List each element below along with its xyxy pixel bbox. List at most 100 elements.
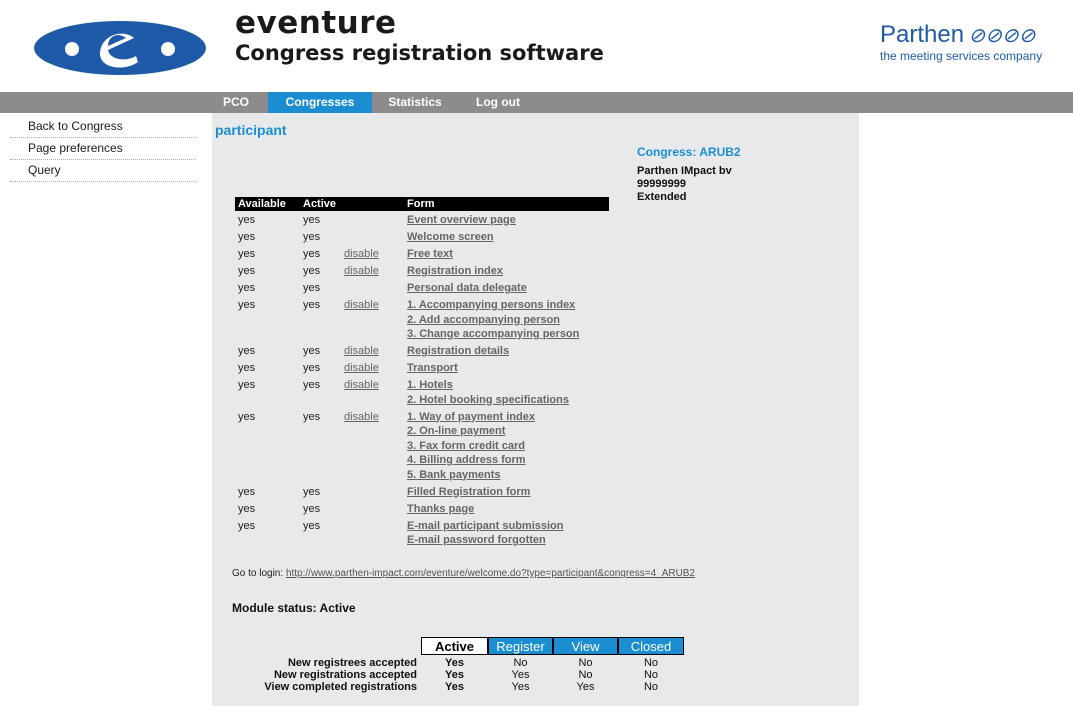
available-cell: yes bbox=[238, 299, 256, 311]
status-cell: Yes bbox=[576, 681, 595, 693]
status-cell: No bbox=[643, 669, 659, 681]
sidebar-item-query[interactable]: Query bbox=[10, 160, 196, 182]
form-link[interactable]: Registration details bbox=[407, 344, 509, 359]
form-cell: Welcome screen bbox=[407, 230, 494, 245]
active-cell: yes bbox=[303, 265, 321, 277]
brand-subtitle: Congress registration software bbox=[235, 41, 604, 65]
login-label: Go to login: bbox=[232, 568, 284, 579]
form-table-header: Available Active Form bbox=[235, 197, 609, 211]
disable-link[interactable]: disable bbox=[344, 264, 379, 278]
status-cell: Yes bbox=[445, 681, 464, 693]
form-link[interactable]: Thanks page bbox=[407, 502, 474, 517]
eventure-logo bbox=[34, 21, 206, 75]
sidebar-item-page-preferences[interactable]: Page preferences bbox=[10, 138, 196, 160]
form-cell: Transport bbox=[407, 361, 458, 376]
disable-link[interactable]: disable bbox=[344, 410, 379, 424]
rings-icon: ⊘⊘⊘⊘ bbox=[968, 25, 1036, 47]
available-cell: yes bbox=[238, 502, 256, 515]
form-link[interactable]: Event overview page bbox=[407, 213, 516, 228]
form-link[interactable]: 4. Billing address form bbox=[407, 453, 535, 468]
login-url-link[interactable]: http://www.parthen-impact.com/eventure/w… bbox=[286, 568, 695, 579]
available-cell: yes bbox=[238, 282, 256, 294]
status-header-closed[interactable]: Closed bbox=[618, 637, 684, 655]
login-line: Go to login: http://www.parthen-impact.c… bbox=[232, 568, 695, 579]
status-header-active[interactable]: Active bbox=[421, 637, 488, 655]
form-link[interactable]: 3. Change accompanying person bbox=[407, 327, 579, 342]
disable-link[interactable]: disable bbox=[344, 344, 379, 358]
form-cell: Personal data delegate bbox=[407, 281, 527, 296]
status-cell: Yes bbox=[445, 657, 464, 669]
form-link[interactable]: Welcome screen bbox=[407, 230, 494, 245]
header-available: Available bbox=[238, 198, 286, 210]
disable-link[interactable]: disable bbox=[344, 361, 379, 375]
active-cell: yes bbox=[303, 299, 321, 311]
available-cell: yes bbox=[238, 231, 256, 243]
available-cell: yes bbox=[238, 345, 256, 357]
status-row-label: New registrees accepted bbox=[287, 657, 417, 669]
status-header-view[interactable]: View bbox=[553, 637, 618, 655]
status-cell: Yes bbox=[445, 669, 464, 681]
main-content: participant Congress: ARUB2 Parthen IMpa… bbox=[212, 113, 859, 706]
form-cell: E-mail participant submission E-mail pass… bbox=[407, 519, 563, 548]
status-header-register[interactable]: Register bbox=[488, 637, 553, 655]
form-link[interactable]: 3. Fax form credit card bbox=[407, 439, 535, 454]
nav-bar: PCO Congresses Statistics Log out bbox=[0, 92, 1073, 113]
active-cell: yes bbox=[303, 379, 321, 391]
brand: eventure Congress registration software bbox=[235, 6, 604, 66]
form-cell: Filled Registration form bbox=[407, 485, 530, 500]
form-link[interactable]: Personal data delegate bbox=[407, 281, 527, 296]
congress-org: Parthen IMpact bv bbox=[637, 165, 732, 177]
status-cell: No bbox=[578, 657, 593, 669]
tab-congresses[interactable]: Congresses bbox=[268, 92, 372, 113]
form-link[interactable]: 2. On-line payment bbox=[407, 424, 535, 439]
form-link[interactable]: Transport bbox=[407, 361, 458, 376]
form-cell: 1. Way of payment index 2. On-line paymen… bbox=[407, 410, 535, 483]
available-cell: yes bbox=[238, 362, 256, 374]
form-link[interactable]: Registration index bbox=[407, 264, 503, 279]
brand-name: eventure bbox=[235, 5, 397, 41]
active-cell: yes bbox=[303, 485, 321, 498]
status-row: View completed registrations Yes Yes Yes No bbox=[212, 681, 684, 693]
tab-logout[interactable]: Log out bbox=[466, 92, 530, 113]
status-row: New registrees accepted Yes No No No bbox=[212, 657, 684, 669]
active-cell: yes bbox=[303, 282, 321, 294]
form-link[interactable]: 2. Add accompanying person bbox=[407, 313, 579, 328]
status-row: New registrations accepted Yes Yes No No bbox=[212, 669, 684, 681]
disable-link[interactable]: disable bbox=[344, 298, 379, 312]
form-cell: 1. Hotels 2. Hotel booking specifications bbox=[407, 378, 569, 407]
header: eventure Congress registration software … bbox=[0, 0, 1073, 92]
tab-statistics[interactable]: Statistics bbox=[380, 92, 450, 113]
form-link[interactable]: E-mail password forgotten bbox=[407, 533, 563, 548]
status-cell: No bbox=[578, 669, 593, 681]
status-cell: No bbox=[513, 657, 528, 669]
disable-link[interactable]: disable bbox=[344, 378, 379, 392]
form-link[interactable]: Filled Registration form bbox=[407, 485, 530, 500]
disable-link[interactable]: disable bbox=[344, 247, 379, 261]
header-active: Active bbox=[303, 198, 337, 210]
form-link[interactable]: 2. Hotel booking specifications bbox=[407, 393, 569, 408]
congress-info: Congress: ARUB2 Parthen IMpact bv 999999… bbox=[637, 145, 741, 204]
partner-logo: Parthen ⊘⊘⊘⊘ the meeting services compan… bbox=[880, 22, 1043, 64]
available-cell: yes bbox=[238, 485, 256, 498]
status-row-label: New registrations accepted bbox=[273, 669, 417, 681]
active-cell: yes bbox=[303, 214, 321, 226]
form-link[interactable]: 1. Accompanying persons index bbox=[407, 298, 579, 313]
form-cell: Free text bbox=[407, 247, 453, 262]
form-cell: Thanks page bbox=[407, 502, 474, 517]
sidebar-item-back-to-congress[interactable]: Back to Congress bbox=[10, 116, 196, 138]
status-cell: Yes bbox=[511, 681, 530, 693]
form-link[interactable]: 1. Way of payment index bbox=[407, 410, 535, 425]
congress-number: 99999999 bbox=[637, 178, 686, 190]
form-link[interactable]: E-mail participant submission bbox=[407, 519, 563, 534]
congress-label: Congress: ARUB2 bbox=[637, 145, 741, 159]
partner-tagline: the meeting services company bbox=[880, 49, 1043, 63]
form-link[interactable]: Free text bbox=[407, 247, 453, 262]
tab-pco[interactable]: PCO bbox=[212, 92, 260, 113]
available-cell: yes bbox=[238, 519, 256, 532]
form-link[interactable]: 1. Hotels bbox=[407, 378, 569, 393]
status-cell: No bbox=[643, 681, 659, 693]
active-cell: yes bbox=[303, 519, 321, 532]
available-cell: yes bbox=[238, 265, 256, 277]
form-link[interactable]: 5. Bank payments bbox=[407, 468, 535, 483]
sidebar: Back to Congress Page preferences Query bbox=[10, 116, 196, 182]
